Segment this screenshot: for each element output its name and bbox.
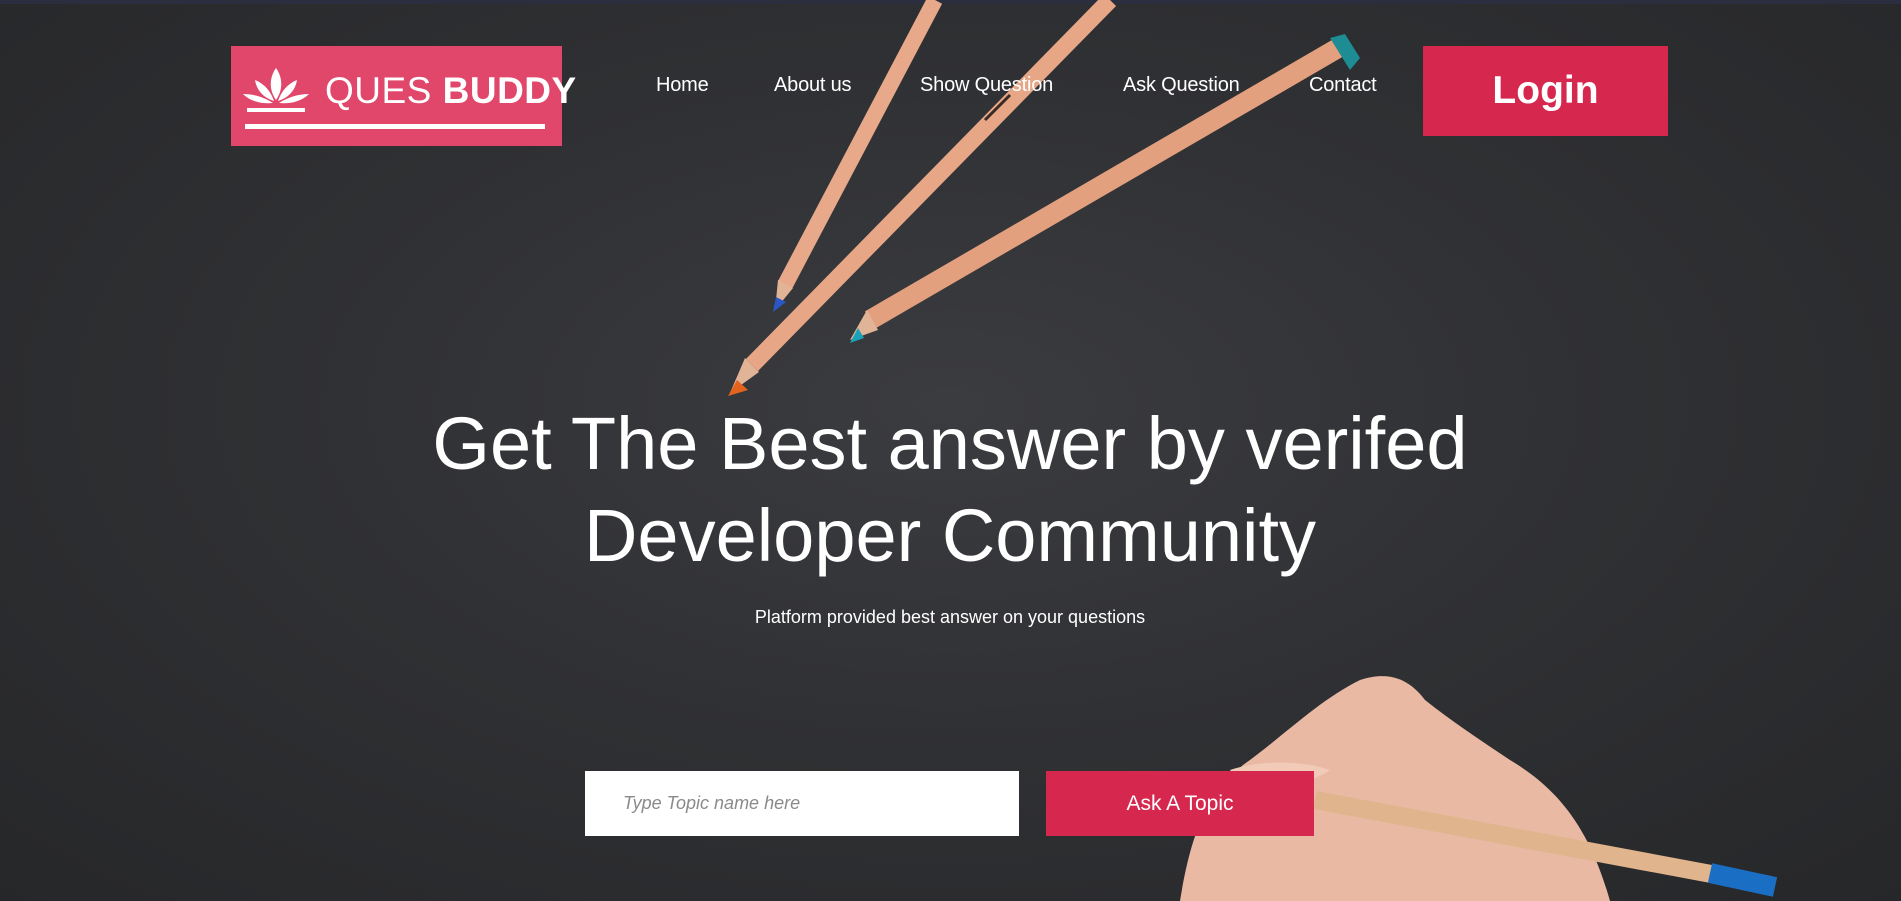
lotus-icon <box>243 68 309 112</box>
login-button[interactable]: Login <box>1423 46 1668 136</box>
nav-item-contact[interactable]: Contact <box>1309 74 1377 97</box>
nav-item-home[interactable]: Home <box>656 74 709 97</box>
pencil-orange-tip <box>728 0 1117 396</box>
topic-input[interactable] <box>585 771 1019 836</box>
hero-headline: Get The Best answer by verifed Developer… <box>300 398 1600 582</box>
logo-text-light: QUES <box>325 70 432 111</box>
brand-logo[interactable]: QUES BUDDY <box>231 46 576 146</box>
headline-line-2: Developer Community <box>583 494 1317 577</box>
logo-underline <box>245 124 545 129</box>
headline-line-1: Get The Best answer by verifed <box>432 402 1468 485</box>
hero-subline: Platform provided best answer on your qu… <box>754 607 1146 627</box>
logo-text-bold: BUDDY <box>442 70 577 111</box>
nav-item-about-us[interactable]: About us <box>774 74 852 97</box>
pencil-blue-tip <box>773 0 943 312</box>
nav-item-show-question[interactable]: Show Question <box>920 74 1053 97</box>
hero-section: QUES BUDDY Home About us Show Question A… <box>0 0 1901 901</box>
ask-topic-button[interactable]: Ask A Topic <box>1046 771 1314 836</box>
nav-item-ask-question[interactable]: Ask Question <box>1123 74 1240 97</box>
top-border <box>0 0 1901 4</box>
logo-text: QUES BUDDY <box>325 70 577 112</box>
